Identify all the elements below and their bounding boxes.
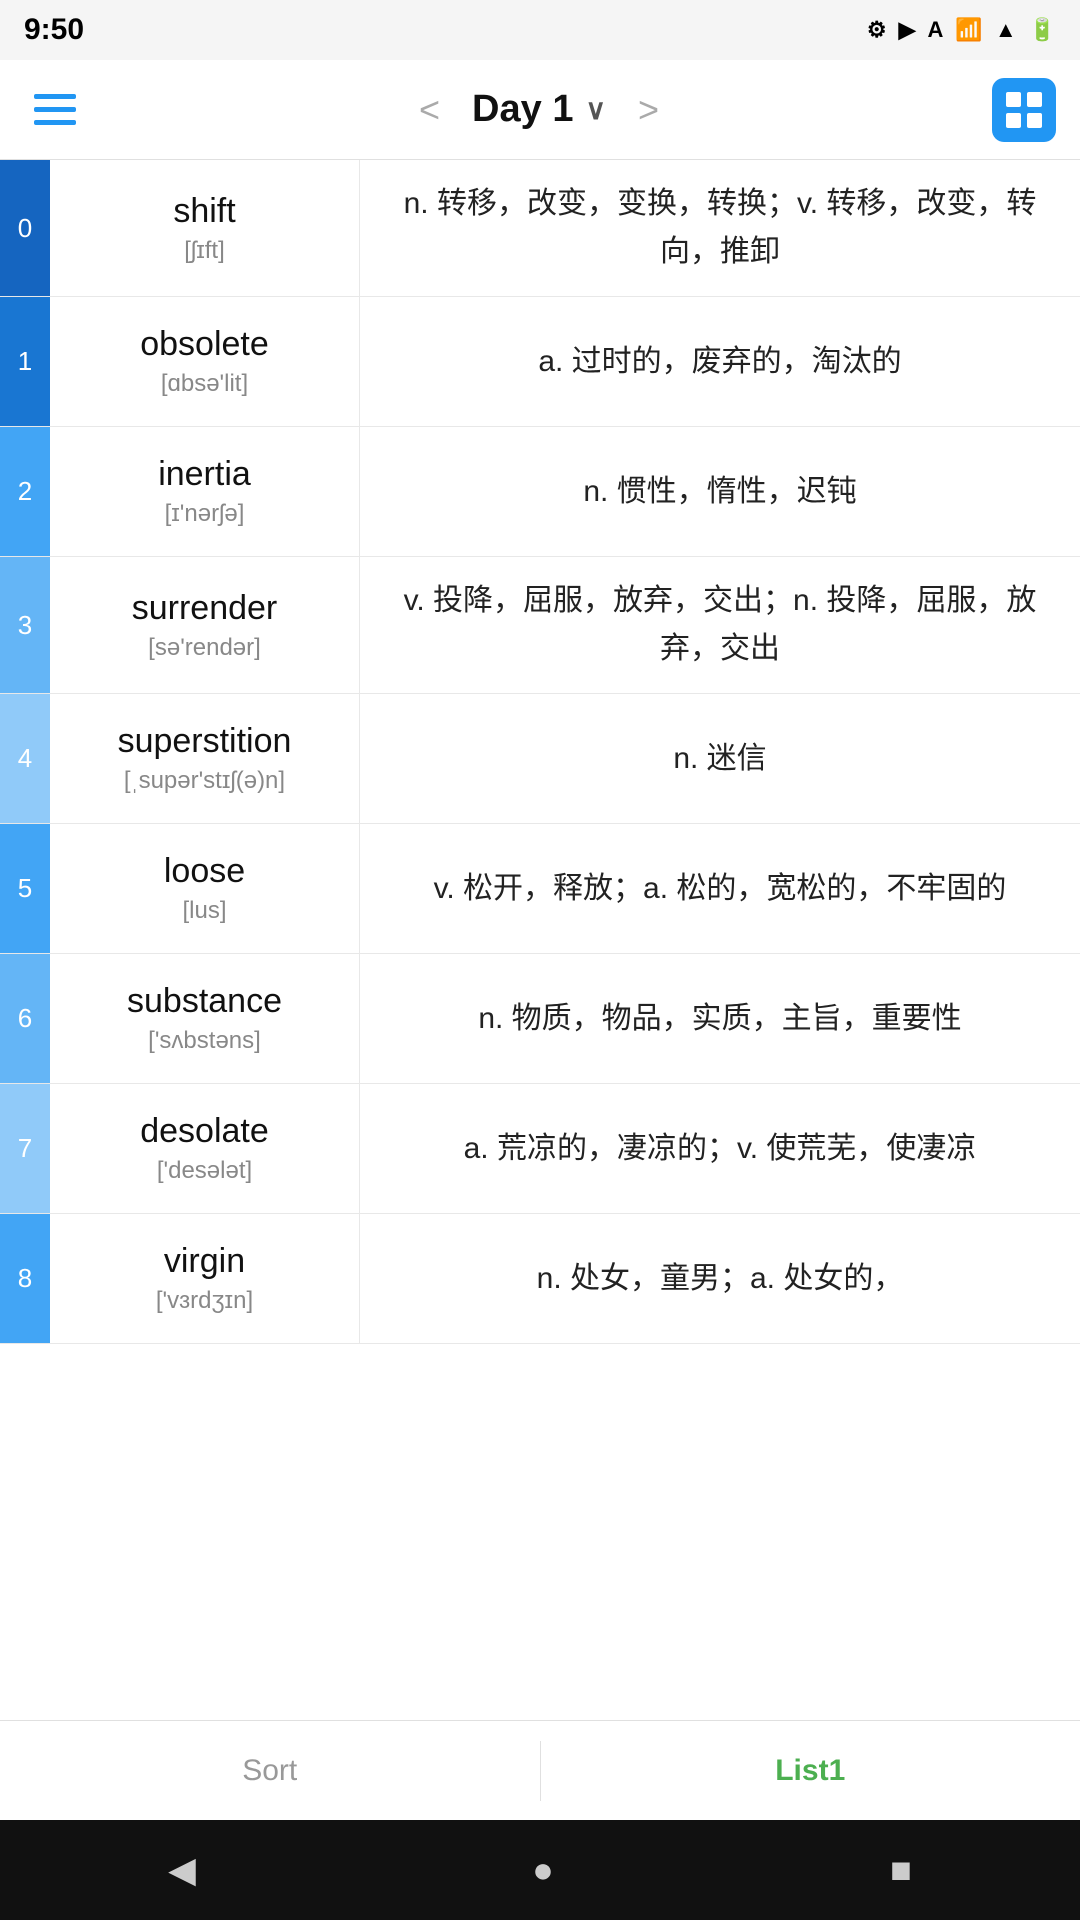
word-index: 2: [0, 427, 50, 556]
word-definition: n. 物质，物品，实质，主旨，重要性: [360, 954, 1080, 1083]
word-definition: n. 处女，童男；a. 处女的，: [360, 1214, 1080, 1343]
word-definition: n. 惯性，惰性，迟钝: [360, 427, 1080, 556]
list1-tab[interactable]: List1: [541, 1721, 1080, 1820]
word-cell: obsolete [ɑbsə'lit]: [50, 297, 360, 426]
word-row[interactable]: 0 shift [ʃɪft] n. 转移，改变，变换，转换；v. 转移，改变，转向，推…: [0, 160, 1080, 297]
chevron-down-icon: ∨: [585, 93, 606, 126]
word-index: 3: [0, 557, 50, 693]
word-english: superstition: [118, 722, 292, 761]
word-index: 7: [0, 1084, 50, 1213]
word-cell: inertia [ɪ'nərʃə]: [50, 427, 360, 556]
word-english: loose: [164, 852, 245, 891]
word-index: 5: [0, 824, 50, 953]
battery-icon: 🔋: [1029, 17, 1056, 43]
word-phonetic: ['vɜrdʒɪn]: [156, 1287, 253, 1315]
word-definition: a. 过时的，废弃的，淘汰的: [360, 297, 1080, 426]
word-phonetic: [ɪ'nərʃə]: [165, 500, 245, 528]
word-phonetic: ['desələt]: [157, 1157, 252, 1185]
word-english: substance: [127, 982, 282, 1021]
word-row[interactable]: 2 inertia [ɪ'nərʃə] n. 惯性，惰性，迟钝: [0, 427, 1080, 557]
nav-bar: < Day 1 ∨ >: [0, 60, 1080, 160]
play-icon: ▶: [899, 17, 916, 43]
word-english: shift: [173, 192, 235, 231]
word-definition: v. 投降，屈服，放弃，交出；n. 投降，屈服，放弃，交出: [360, 557, 1080, 693]
word-english: surrender: [132, 589, 278, 628]
word-phonetic: ['sʌbstəns]: [148, 1027, 261, 1055]
status-right: ⚙ ▶ A 📶 ▲ 🔋: [867, 17, 1056, 43]
word-phonetic: [sə'rendər]: [148, 634, 261, 662]
word-cell: virgin ['vɜrdʒɪn]: [50, 1214, 360, 1343]
text-icon: A: [928, 17, 944, 43]
word-index: 6: [0, 954, 50, 1083]
word-english: obsolete: [140, 325, 269, 364]
word-list: 0 shift [ʃɪft] n. 转移，改变，变换，转换；v. 转移，改变，转向，推…: [0, 160, 1080, 1720]
word-row[interactable]: 5 loose [lus] v. 松开，释放；a. 松的，宽松的，不牢固的: [0, 824, 1080, 954]
word-cell: surrender [sə'rendər]: [50, 557, 360, 693]
android-home-button[interactable]: ●: [532, 1849, 554, 1891]
grid-view-button[interactable]: [992, 78, 1056, 142]
sort-tab[interactable]: Sort: [0, 1721, 540, 1820]
day-title[interactable]: Day 1 ∨: [472, 88, 606, 131]
word-cell: shift [ʃɪft]: [50, 160, 360, 296]
word-row[interactable]: 3 surrender [sə'rendər] v. 投降，屈服，放弃，交出；n. 投…: [0, 557, 1080, 694]
word-row[interactable]: 8 virgin ['vɜrdʒɪn] n. 处女，童男；a. 处女的，: [0, 1214, 1080, 1344]
android-back-button[interactable]: ◀: [168, 1849, 196, 1891]
word-english: virgin: [164, 1242, 245, 1281]
status-time: 9:50: [24, 13, 84, 47]
android-recent-button[interactable]: ■: [890, 1849, 912, 1891]
word-definition: n. 迷信: [360, 694, 1080, 823]
word-cell: desolate ['desələt]: [50, 1084, 360, 1213]
word-index: 4: [0, 694, 50, 823]
settings-icon: ⚙: [867, 17, 887, 43]
wifi-icon: 📶: [955, 17, 982, 43]
word-definition: n. 转移，改变，变换，转换；v. 转移，改变，转向，推卸: [360, 160, 1080, 296]
word-index: 8: [0, 1214, 50, 1343]
word-phonetic: [lus]: [182, 897, 226, 925]
word-index: 0: [0, 160, 50, 296]
word-english: inertia: [158, 455, 251, 494]
bottom-bar: Sort List1: [0, 1720, 1080, 1820]
word-definition: v. 松开，释放；a. 松的，宽松的，不牢固的: [360, 824, 1080, 953]
word-index: 1: [0, 297, 50, 426]
word-definition: a. 荒凉的，凄凉的；v. 使荒芜，使凄凉: [360, 1084, 1080, 1213]
status-bar: 9:50 ⚙ ▶ A 📶 ▲ 🔋: [0, 0, 1080, 60]
word-phonetic: [ɑbsə'lit]: [161, 370, 248, 398]
word-cell: superstition [ˌsupər'stɪʃ(ə)n]: [50, 694, 360, 823]
prev-button[interactable]: <: [411, 81, 448, 139]
word-english: desolate: [140, 1112, 269, 1151]
word-row[interactable]: 7 desolate ['desələt] a. 荒凉的，凄凉的；v. 使荒芜，使凄凉: [0, 1084, 1080, 1214]
signal-icon: ▲: [995, 17, 1017, 43]
word-phonetic: [ˌsupər'stɪʃ(ə)n]: [124, 767, 285, 795]
word-cell: loose [lus]: [50, 824, 360, 953]
next-button[interactable]: >: [630, 81, 667, 139]
android-nav-bar: ◀ ● ■: [0, 1820, 1080, 1920]
status-left: 9:50: [24, 13, 84, 47]
word-row[interactable]: 6 substance ['sʌbstəns] n. 物质，物品，实质，主旨，重要性: [0, 954, 1080, 1084]
word-cell: substance ['sʌbstəns]: [50, 954, 360, 1083]
word-phonetic: [ʃɪft]: [184, 237, 225, 265]
word-row[interactable]: 4 superstition [ˌsupər'stɪʃ(ə)n] n. 迷信: [0, 694, 1080, 824]
menu-button[interactable]: [24, 84, 86, 135]
word-row[interactable]: 1 obsolete [ɑbsə'lit] a. 过时的，废弃的，淘汰的: [0, 297, 1080, 427]
